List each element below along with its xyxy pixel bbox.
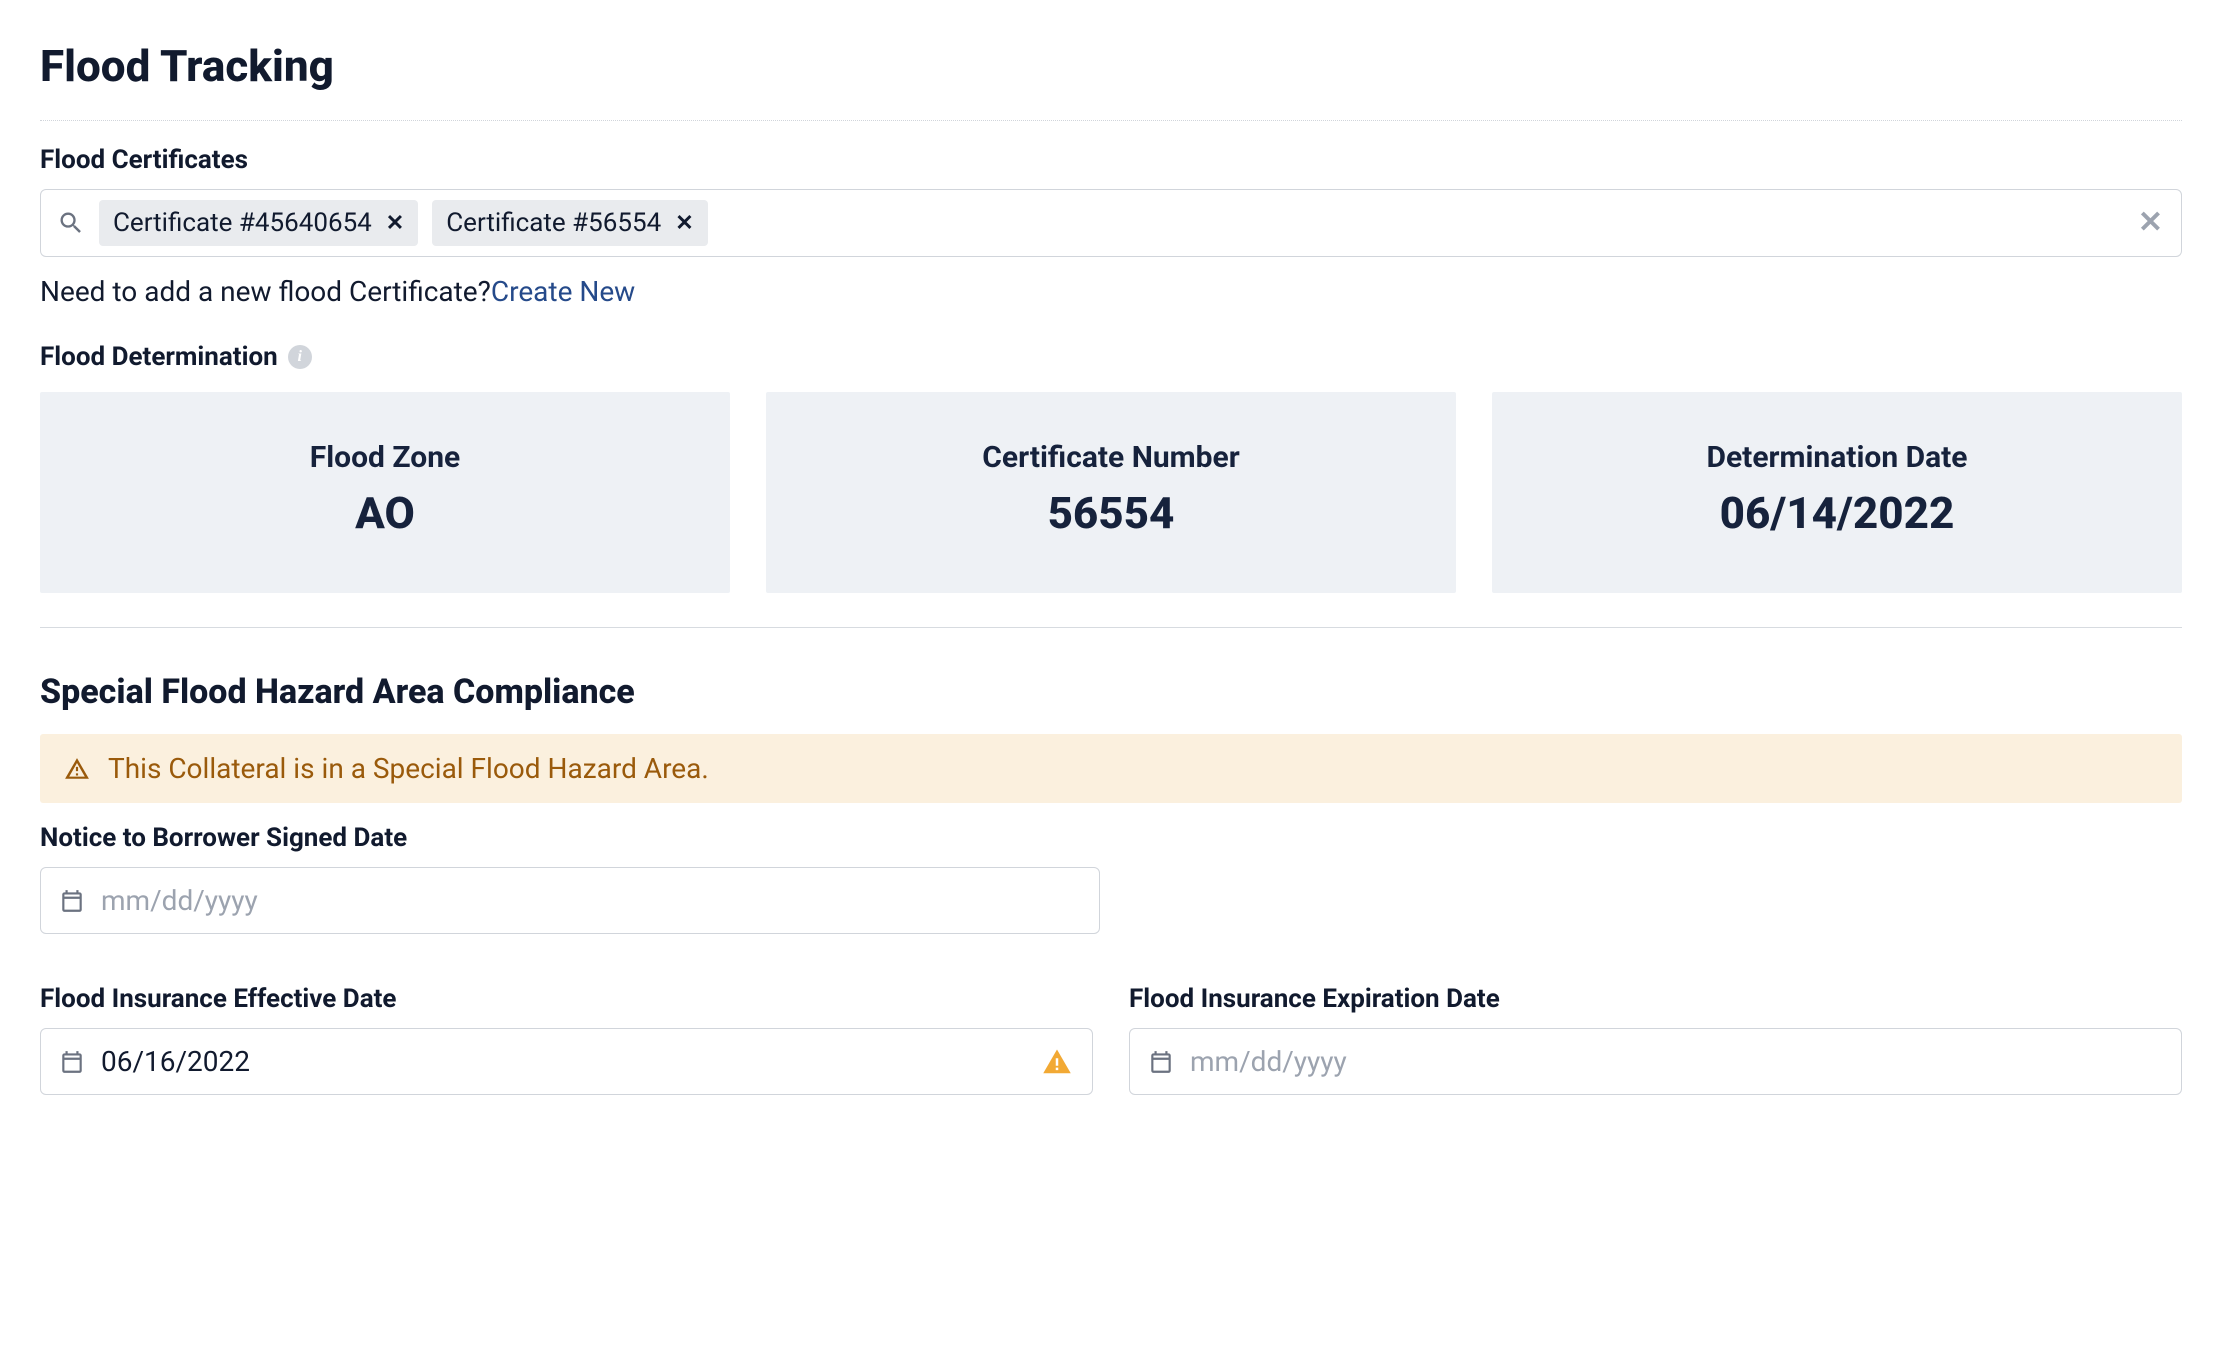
certificate-chip[interactable]: Certificate #45640654 ✕: [99, 200, 418, 246]
helper-prefix: Need to add a new flood Certificate?: [40, 275, 491, 308]
determination-cards-row: Flood Zone AO Certificate Number 56554 D…: [40, 392, 2182, 593]
calendar-icon: [59, 888, 85, 914]
calendar-icon: [1148, 1049, 1174, 1075]
compliance-heading: Special Flood Hazard Area Compliance: [40, 672, 2182, 712]
create-new-link[interactable]: Create New: [491, 275, 635, 308]
flood-certificates-label: Flood Certificates: [40, 145, 2182, 175]
notice-signed-date-input[interactable]: mm/dd/yyyy: [40, 867, 1100, 934]
card-value: AO: [60, 487, 710, 539]
add-certificate-helper: Need to add a new flood Certificate?Crea…: [40, 275, 2182, 308]
expiration-date-label: Flood Insurance Expiration Date: [1129, 984, 2182, 1014]
card-label: Determination Date: [1512, 440, 2162, 475]
chip-remove-icon[interactable]: ✕: [675, 211, 693, 236]
card-value: 56554: [786, 487, 1436, 539]
certificate-number-card: Certificate Number 56554: [766, 392, 1456, 593]
certificate-chip-label: Certificate #56554: [446, 208, 661, 238]
flood-zone-card: Flood Zone AO: [40, 392, 730, 593]
determination-date-card: Determination Date 06/14/2022: [1492, 392, 2182, 593]
date-placeholder: mm/dd/yyyy: [101, 884, 258, 917]
page-title: Flood Tracking: [40, 40, 2182, 92]
flood-hazard-alert: This Collateral is in a Special Flood Ha…: [40, 734, 2182, 803]
chip-remove-icon[interactable]: ✕: [386, 211, 404, 236]
section-divider: [40, 627, 2182, 628]
flood-determination-label: Flood Determination: [40, 342, 278, 372]
card-value: 06/14/2022: [1512, 487, 2162, 539]
clear-all-icon[interactable]: ✕: [2138, 208, 2163, 238]
effective-date-input[interactable]: 06/16/2022: [40, 1028, 1093, 1095]
date-placeholder: mm/dd/yyyy: [1190, 1045, 1347, 1078]
card-label: Flood Zone: [60, 440, 710, 475]
effective-date-label: Flood Insurance Effective Date: [40, 984, 1093, 1014]
warning-icon: [64, 756, 90, 782]
alert-text: This Collateral is in a Special Flood Ha…: [108, 752, 709, 785]
date-value: 06/16/2022: [101, 1045, 250, 1078]
card-label: Certificate Number: [786, 440, 1436, 475]
info-icon[interactable]: i: [288, 345, 312, 369]
expiration-date-input[interactable]: mm/dd/yyyy: [1129, 1028, 2182, 1095]
certificate-chip[interactable]: Certificate #56554 ✕: [432, 200, 707, 246]
search-icon: [57, 209, 85, 237]
warning-icon: [1042, 1047, 1072, 1077]
certificate-chip-label: Certificate #45640654: [113, 208, 372, 238]
section-divider: [40, 120, 2182, 121]
certificates-multiselect[interactable]: Certificate #45640654 ✕ Certificate #565…: [40, 189, 2182, 257]
calendar-icon: [59, 1049, 85, 1075]
notice-signed-date-label: Notice to Borrower Signed Date: [40, 823, 2182, 853]
